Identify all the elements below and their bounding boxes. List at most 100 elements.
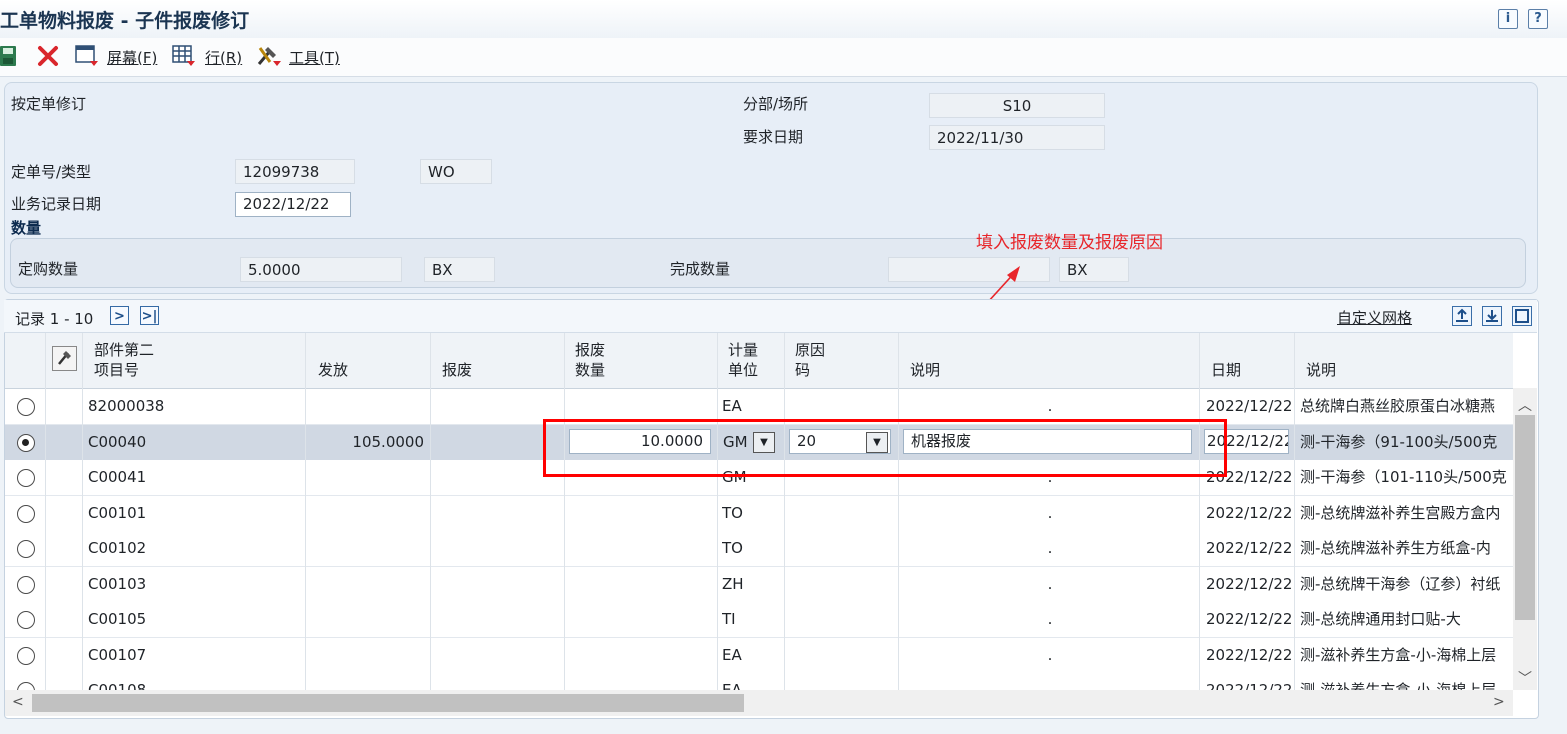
branch-field: S10: [929, 93, 1105, 118]
qty-section-title: 数量: [11, 219, 42, 237]
column-divider: [82, 333, 83, 690]
records-label: 记录 1 - 10: [15, 310, 94, 328]
cell-reason: [790, 638, 894, 673]
row-radio[interactable]: [17, 469, 35, 487]
cell-uom: TI: [722, 610, 736, 628]
import-icon[interactable]: [1482, 306, 1502, 326]
header-item[interactable]: 部件第二 项目号: [94, 340, 154, 380]
ordered-qty-label: 定购数量: [18, 260, 79, 278]
header-date[interactable]: 日期: [1211, 360, 1241, 380]
vertical-scroll-thumb[interactable]: [1515, 415, 1535, 620]
completed-uom-field: BX: [1059, 257, 1129, 282]
tools-menu-icon[interactable]: [256, 44, 282, 72]
next-page-button[interactable]: >: [110, 306, 129, 325]
horizontal-scroll-thumb[interactable]: [32, 694, 744, 712]
header-issued[interactable]: 发放: [318, 360, 348, 380]
row-radio[interactable]: [17, 540, 35, 558]
column-divider: [784, 333, 785, 690]
export-icon[interactable]: [1452, 306, 1472, 326]
cell-item: 82000038: [88, 397, 165, 415]
header-uom[interactable]: 计量 单位: [728, 340, 758, 380]
cell-item: C00103: [88, 575, 147, 593]
cell-uom: TO: [722, 539, 743, 557]
save-icon[interactable]: [0, 45, 18, 71]
trans-date-label: 业务记录日期: [11, 195, 102, 213]
row-radio[interactable]: [17, 398, 35, 416]
ordered-qty-field: 5.0000: [240, 257, 402, 282]
cell-issued: [312, 567, 424, 602]
cell-reason: [790, 602, 894, 637]
cell-reason: [790, 531, 894, 566]
column-divider: [430, 333, 431, 690]
cell-date: 2022/12/22: [1206, 575, 1292, 593]
cell-item: C00102: [88, 539, 147, 557]
cell-issued: [312, 531, 424, 566]
annotation-text: 填入报废数量及报废原因: [976, 233, 1163, 253]
last-page-button[interactable]: >|: [140, 306, 159, 325]
row-radio[interactable]: [17, 505, 35, 523]
header-scrap[interactable]: 报废: [442, 360, 472, 380]
screen-menu[interactable]: 屏幕(F): [107, 47, 157, 68]
cell-item: C00040: [88, 433, 147, 451]
row-radio[interactable]: [17, 611, 35, 629]
column-divider: [564, 333, 565, 690]
cell-desc1: .: [1047, 539, 1053, 557]
cell-desc2: 总统牌白燕丝胶原蛋白冰糖燕: [1300, 397, 1496, 415]
cell-issued: [312, 389, 424, 424]
scroll-down-icon[interactable]: ﹀: [1518, 668, 1532, 688]
column-header: [5, 333, 1513, 389]
cell-desc2: 测-总统牌滋补养生宫殿方盒内: [1300, 504, 1501, 522]
screen-menu-icon[interactable]: [75, 44, 99, 72]
cell-uom: EA: [722, 646, 742, 664]
cell-date: 2022/12/22: [1206, 504, 1292, 522]
header-desc2[interactable]: 说明: [1306, 360, 1336, 380]
header-desc1[interactable]: 说明: [910, 360, 940, 380]
trans-date-input[interactable]: 2022/12/22: [235, 192, 351, 217]
highlight-box: [543, 419, 1227, 477]
row-radio[interactable]: [17, 576, 35, 594]
tools-menu[interactable]: 工具(T): [289, 47, 340, 68]
mode-label: 按定单修订: [11, 95, 87, 113]
cell-date: 2022/12/22: [1206, 610, 1292, 628]
scroll-right-icon[interactable]: >: [1493, 694, 1505, 710]
column-divider: [1199, 333, 1200, 690]
cell-item: C00101: [88, 504, 147, 522]
cell-scrap-qty: [570, 638, 710, 673]
cell-desc1: .: [1047, 504, 1053, 522]
cell-issued: 105.0000: [352, 433, 424, 451]
scroll-left-icon[interactable]: <: [12, 694, 24, 710]
cell-desc2: 测-总统牌通用封口贴-大: [1300, 610, 1461, 628]
row-menu-icon[interactable]: [172, 44, 196, 72]
scroll-up-icon[interactable]: ︿: [1518, 395, 1532, 415]
maximize-icon[interactable]: [1512, 306, 1532, 326]
column-divider: [1294, 333, 1295, 690]
row-radio[interactable]: [17, 647, 35, 665]
cell-desc2: 测-滋补养生方盒-小-海棉上层: [1300, 646, 1497, 664]
info-icon[interactable]: i: [1498, 9, 1518, 29]
cell-date: 2022/12/22: [1206, 539, 1292, 557]
cell-uom: TO: [722, 504, 743, 522]
column-divider: [305, 333, 306, 690]
cell-item: C00041: [88, 468, 147, 486]
cell-scrap-qty: [570, 531, 710, 566]
cell-desc2: 测-干海参（101-110头/500克: [1300, 468, 1507, 486]
branch-label: 分部/场所: [743, 95, 809, 113]
help-icon[interactable]: ?: [1528, 9, 1548, 29]
cell-scrap-qty: [570, 496, 710, 531]
cell-reason: [790, 567, 894, 602]
order-label: 定单号/类型: [11, 163, 92, 181]
page-title: 工单物料报废 - 子件报废修订: [0, 10, 250, 32]
cell-desc1: .: [1047, 610, 1053, 628]
cell-issued: [312, 496, 424, 531]
order-type-field: WO: [420, 159, 492, 184]
row-menu[interactable]: 行(R): [205, 47, 242, 68]
row-select-icon[interactable]: [52, 346, 77, 371]
cell-desc2: 测-总统牌滋补养生方纸盒-内: [1300, 539, 1491, 557]
customize-grid-link[interactable]: 自定义网格: [1337, 307, 1412, 328]
cell-item: C00107: [88, 646, 147, 664]
header-reason[interactable]: 原因码: [795, 340, 825, 380]
row-radio[interactable]: [17, 434, 35, 452]
header-scrap-qty[interactable]: 报废 数量: [575, 340, 605, 380]
cancel-icon[interactable]: [37, 45, 59, 71]
column-divider: [717, 333, 718, 690]
